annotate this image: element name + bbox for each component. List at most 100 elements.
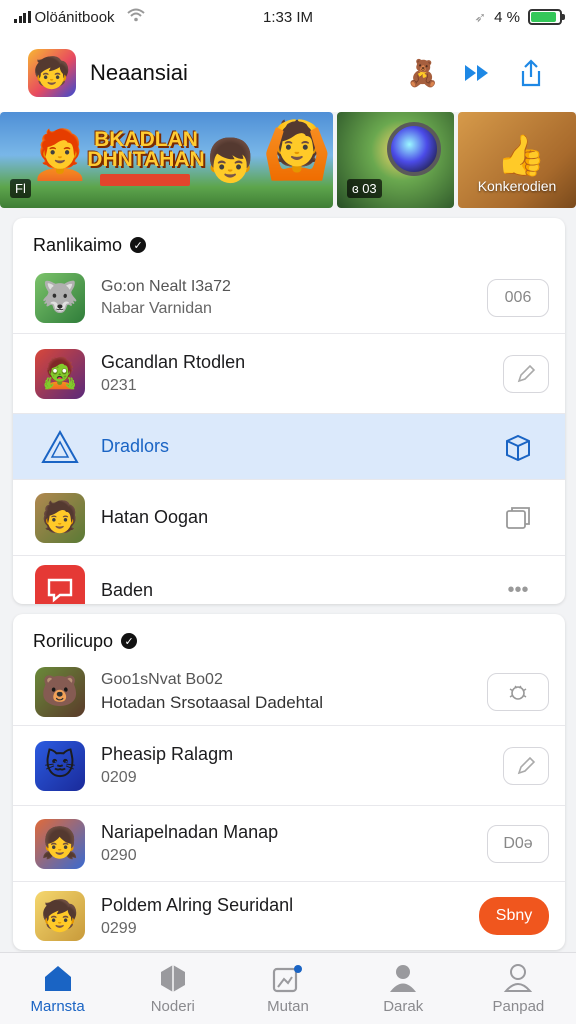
home-icon (42, 962, 74, 994)
copy-icon (506, 506, 530, 529)
item-action-button[interactable]: 006 (487, 278, 549, 317)
mascot-button[interactable]: 🧸 (406, 56, 440, 90)
share-button[interactable] (514, 56, 548, 90)
list-item[interactable]: 🐱 Pheasip Ralagm 0209 (13, 726, 565, 806)
pencil-icon (517, 364, 536, 382)
share-icon (521, 59, 541, 87)
item-title: Hatan Oogan (101, 507, 209, 527)
person-outline-icon (502, 962, 534, 994)
item-subtitle: 0290 (101, 847, 137, 864)
banner-tag: Fl (10, 179, 31, 198)
tab-home[interactable]: Marnsta (0, 953, 115, 1024)
list-item[interactable]: 👧 Nariapelnadan Manap 0290 D0ə (13, 806, 565, 882)
list-item[interactable]: 🐻 Goo1sNvat Bo02 Hotadan Srsotaasal Dade… (13, 658, 565, 726)
box-button[interactable] (487, 428, 549, 466)
item-title: Gcandlan Rtodlen (101, 352, 246, 372)
banner-slide-3[interactable]: 👍 Konkerodien (458, 112, 576, 208)
person-filled-icon (387, 962, 419, 994)
item-title: Nariapelnadan Manap (101, 822, 279, 842)
banner-ribbon (100, 174, 190, 186)
banner-slide-2[interactable]: ɞ 03 (337, 112, 454, 208)
triangle-icon (35, 422, 85, 472)
app-icon: 🧟 (35, 348, 85, 399)
bug-icon (509, 685, 527, 700)
item-title: Goo1sNvat Bo02 (101, 670, 223, 688)
tab-label: Darak (383, 998, 424, 1015)
tab-edit[interactable]: Mutan (230, 953, 345, 1024)
list-item[interactable]: 🐺 Go:on Nealt I3a72 Nabar Varnidan 006 (13, 262, 565, 334)
pencil-icon (517, 756, 536, 774)
copy-button[interactable] (487, 499, 549, 537)
message-icon (35, 565, 85, 604)
bottom-nav: Marnsta Noderi Mutan Darak Panpad (0, 952, 576, 1024)
banner-label: Konkerodien (477, 178, 557, 194)
tab-label: Mutan (267, 998, 309, 1015)
list-item[interactable]: Baden ••• (13, 556, 565, 604)
app-icon: 👧 (35, 818, 85, 869)
item-title: Dradlors (101, 436, 170, 456)
list-item[interactable]: 🧑 Hatan Oogan (13, 480, 565, 556)
app-logo: 🧒 (28, 49, 76, 97)
app-icon: 🧒 (35, 891, 85, 941)
item-subtitle: 0231 (101, 377, 137, 394)
item-action-button[interactable]: D0ə (487, 824, 549, 863)
item-title: Go:on Nealt I3a72 (101, 277, 231, 295)
box-icon (506, 434, 530, 461)
app-icon: 🧑 (35, 492, 85, 543)
app-header: 🧒 Neaansiai 🧸 (0, 34, 576, 112)
tab-nodes[interactable]: Noderi (115, 953, 230, 1024)
tab-profile[interactable]: Panpad (461, 953, 576, 1024)
tab-label: Marnsta (30, 998, 85, 1015)
item-title: Pheasip Ralagm (101, 744, 234, 764)
banner-title: BKADLAN DHNTAHAN (87, 128, 205, 171)
hero-character-image: 🙆 (262, 118, 332, 181)
tab-label: Noderi (150, 998, 195, 1015)
app-icon: 🐺 (35, 272, 85, 323)
section-card-1: Ranlikaimo ✓ 🐺 Go:on Nealt I3a72 Nabar V… (13, 218, 565, 604)
edit-button[interactable] (503, 746, 549, 785)
banner-slide-1[interactable]: 🧑‍🦰 BKADLAN DHNTAHAN 👦 🙆 Fl (0, 112, 333, 208)
app-icon: 🐻 (35, 666, 85, 717)
carrier-label: Olöánitbook (34, 8, 115, 26)
fast-forward-button[interactable] (460, 56, 494, 90)
item-subtitle: Nabar Varnidan (101, 299, 212, 317)
status-bar: Olöánitbook 1:33 IM ➶ 4 % (0, 0, 576, 34)
verified-icon: ✓ (130, 237, 147, 253)
signal-icon (14, 11, 31, 23)
promo-banner: 🧑‍🦰 BKADLAN DHNTAHAN 👦 🙆 Fl ɞ 03 👍 Konke… (0, 112, 576, 208)
section-header: Ranlikaimo ✓ (13, 218, 565, 262)
list-item-selected[interactable]: Dradlors (13, 414, 565, 480)
image-edit-icon (272, 962, 304, 994)
page-title: Neaansiai (90, 60, 188, 85)
cta-button[interactable]: Sbny (479, 897, 549, 935)
item-title: Baden (101, 579, 154, 600)
battery-percent: 4 % (494, 8, 520, 26)
app-icon: 🐱 (35, 740, 85, 791)
edit-button[interactable] (503, 354, 549, 393)
section-title: Ranlikaimo (33, 234, 123, 255)
blonde-character-image: 👦 (204, 137, 257, 184)
list-item[interactable]: 🧒 Poldem Alring Seuridanl 0299 Sbny (13, 882, 565, 950)
banner-tag: ɞ 03 (347, 179, 382, 198)
section-header: Rorilicupo ✓ (13, 614, 565, 658)
section-card-2: Rorilicupo ✓ 🐻 Goo1sNvat Bo02 Hotadan Sr… (13, 614, 565, 950)
item-subtitle: Hotadan Srsotaasal Dadehtal (101, 692, 324, 712)
verified-icon: ✓ (121, 633, 138, 649)
pirate-character-image: 🧑‍🦰 (30, 129, 90, 182)
tab-label: Panpad (492, 998, 545, 1015)
section-title: Rorilicupo (33, 630, 114, 651)
wifi-icon (126, 8, 145, 26)
list-item[interactable]: 🧟 Gcandlan Rtodlen 0231 (13, 334, 565, 414)
item-subtitle: 0299 (101, 919, 137, 937)
orb-image (387, 122, 441, 176)
location-icon: ➶ (474, 8, 487, 25)
more-button[interactable]: ••• (487, 571, 549, 604)
fast-forward-icon (465, 65, 488, 81)
item-subtitle: 0209 (101, 769, 137, 786)
battery-icon (528, 9, 565, 25)
tab-darak[interactable]: Darak (346, 953, 461, 1024)
bug-button[interactable] (487, 672, 549, 711)
hexagon-icon (157, 962, 189, 994)
battery-fill (531, 12, 557, 22)
thumbs-up-icon: 👍 (496, 134, 546, 178)
